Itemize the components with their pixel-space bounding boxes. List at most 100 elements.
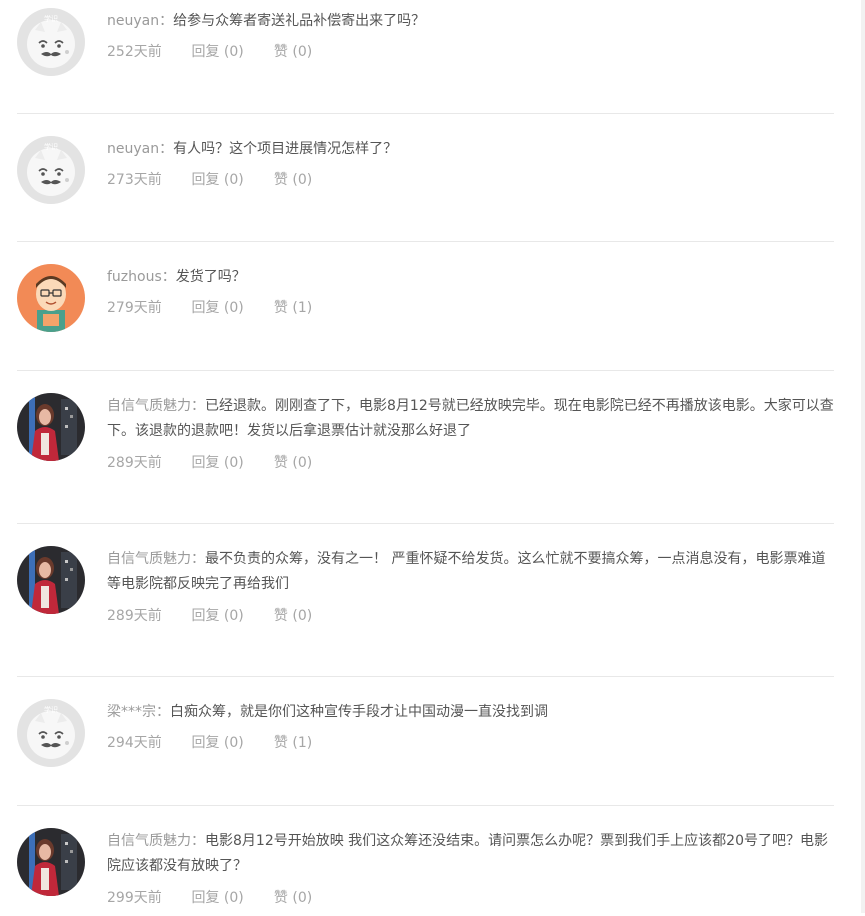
comment-text: 自信气质魅力：最不负责的众筹，没有之一！ 严重怀疑不给发货。这么忙就不要搞众筹，… bbox=[107, 547, 834, 597]
comment-text: neuyan：有人吗？这个项目进展情况怎样了？ bbox=[107, 137, 834, 162]
like-label: 赞 bbox=[273, 890, 288, 906]
comment-content: 已经退款。刚刚查了下，电影8月12号就已经放映完毕。现在电影院已经不再播放该电影… bbox=[107, 398, 834, 439]
default-cartoon-avatar-icon: 学识 bbox=[17, 699, 85, 767]
like-button[interactable]: 赞 (0) bbox=[274, 169, 312, 189]
comment-username[interactable]: 梁***宗 bbox=[107, 704, 156, 720]
comment-body: fuzhous：发货了吗？ 279天前 回复 (0) 赞 (1) bbox=[107, 265, 834, 317]
like-count: (1) bbox=[292, 735, 313, 751]
comment-item: 学识 neuyan：有人吗？这个项目进展情况怎样了？ 273天前 回复 (0) … bbox=[17, 114, 834, 242]
reply-count: (0) bbox=[223, 608, 244, 624]
comment-meta: 289天前 回复 (0) 赞 (0) bbox=[107, 452, 834, 472]
comment-text: 自信气质魅力：已经退款。刚刚查了下，电影8月12号就已经放映完毕。现在电影院已经… bbox=[107, 394, 834, 444]
username-separator: ： bbox=[161, 269, 176, 285]
comment-username[interactable]: 自信气质魅力 bbox=[107, 833, 191, 849]
reply-label: 回复 bbox=[191, 172, 220, 188]
comment-meta: 279天前 回复 (0) 赞 (1) bbox=[107, 297, 834, 317]
photo-avatar-icon bbox=[17, 393, 85, 461]
comment-content: 发货了吗？ bbox=[175, 269, 246, 285]
comment-time: 294天前 bbox=[107, 735, 162, 751]
avatar[interactable]: 学识 bbox=[17, 699, 85, 767]
comment-body: neuyan：给参与众筹者寄送礼品补偿寄出来了吗？ 252天前 回复 (0) 赞… bbox=[107, 9, 834, 61]
like-label: 赞 bbox=[273, 455, 288, 471]
comment-time: 289天前 bbox=[107, 455, 162, 471]
like-button[interactable]: 赞 (0) bbox=[274, 605, 312, 625]
comment-content: 有人吗？这个项目进展情况怎样了？ bbox=[173, 141, 398, 157]
default-cartoon-avatar-icon: 学识 bbox=[17, 8, 85, 76]
avatar[interactable] bbox=[17, 546, 85, 614]
comment-item: 自信气质魅力：已经退款。刚刚查了下，电影8月12号就已经放映完毕。现在电影院已经… bbox=[17, 371, 834, 524]
avatar[interactable] bbox=[17, 264, 85, 332]
comment-item: fuzhous：发货了吗？ 279天前 回复 (0) 赞 (1) bbox=[17, 242, 834, 371]
comment-body: 自信气质魅力：最不负责的众筹，没有之一！ 严重怀疑不给发货。这么忙就不要搞众筹，… bbox=[107, 547, 834, 625]
like-count: (0) bbox=[292, 44, 313, 60]
comment-item: 学识 neuyan：给参与众筹者寄送礼品补偿寄出来了吗？ 252天前 回复 (0… bbox=[17, 0, 834, 114]
like-count: (0) bbox=[292, 608, 313, 624]
reply-button[interactable]: 回复 (0) bbox=[191, 297, 269, 317]
comment-username[interactable]: fuzhous bbox=[107, 269, 162, 285]
username-separator: ： bbox=[159, 13, 174, 29]
scrollbar-track[interactable] bbox=[861, 0, 865, 913]
comment-content: 给参与众筹者寄送礼品补偿寄出来了吗？ bbox=[173, 13, 426, 29]
comment-text: 自信气质魅力：电影8月12号开始放映 我们这众筹还没结束。请问票怎么办呢？票到我… bbox=[107, 829, 834, 879]
comment-item: 自信气质魅力：电影8月12号开始放映 我们这众筹还没结束。请问票怎么办呢？票到我… bbox=[17, 806, 834, 916]
reply-button[interactable]: 回复 (0) bbox=[191, 605, 269, 625]
comment-username[interactable]: neuyan bbox=[107, 141, 159, 157]
reply-count: (0) bbox=[223, 890, 244, 906]
reply-button[interactable]: 回复 (0) bbox=[191, 732, 269, 752]
reply-count: (0) bbox=[223, 44, 244, 60]
like-label: 赞 bbox=[273, 172, 288, 188]
avatar-text: 学识 bbox=[44, 705, 58, 714]
comment-body: 自信气质魅力：已经退款。刚刚查了下，电影8月12号就已经放映完毕。现在电影院已经… bbox=[107, 394, 834, 472]
like-count: (0) bbox=[292, 455, 313, 471]
comment-username[interactable]: 自信气质魅力 bbox=[107, 398, 191, 414]
like-button[interactable]: 赞 (1) bbox=[274, 297, 312, 317]
avatar[interactable] bbox=[17, 393, 85, 461]
comment-content: 最不负责的众筹，没有之一！ 严重怀疑不给发货。这么忙就不要搞众筹，一点消息没有，… bbox=[107, 551, 826, 592]
reply-count: (0) bbox=[223, 300, 244, 316]
avatar[interactable] bbox=[17, 828, 85, 896]
comment-body: 梁***宗：白痴众筹，就是你们这种宣传手段才让中国动漫一直没找到调 294天前 … bbox=[107, 700, 834, 752]
comment-meta: 252天前 回复 (0) 赞 (0) bbox=[107, 41, 834, 61]
username-separator: ： bbox=[156, 704, 170, 720]
cartoon-man-avatar-icon bbox=[17, 264, 85, 332]
username-separator: ： bbox=[191, 398, 205, 414]
like-count: (0) bbox=[292, 172, 313, 188]
like-button[interactable]: 赞 (0) bbox=[274, 452, 312, 472]
avatar[interactable]: 学识 bbox=[17, 8, 85, 76]
comment-list: 学识 neuyan：给参与众筹者寄送礼品补偿寄出来了吗？ 252天前 回复 (0… bbox=[0, 0, 835, 916]
comment-meta: 299天前 回复 (0) 赞 (0) bbox=[107, 887, 834, 907]
photo-avatar-icon bbox=[17, 546, 85, 614]
like-button[interactable]: 赞 (0) bbox=[274, 887, 312, 907]
default-cartoon-avatar-icon: 学识 bbox=[17, 136, 85, 204]
avatar-text: 学识 bbox=[44, 142, 58, 151]
username-separator: ： bbox=[159, 141, 174, 157]
avatar-text: 学识 bbox=[44, 14, 58, 23]
reply-label: 回复 bbox=[191, 890, 220, 906]
reply-label: 回复 bbox=[191, 608, 220, 624]
photo-avatar-icon bbox=[17, 828, 85, 896]
avatar[interactable]: 学识 bbox=[17, 136, 85, 204]
like-label: 赞 bbox=[273, 300, 288, 316]
reply-button[interactable]: 回复 (0) bbox=[191, 41, 269, 61]
comment-text: fuzhous：发货了吗？ bbox=[107, 265, 834, 290]
comment-text: 梁***宗：白痴众筹，就是你们这种宣传手段才让中国动漫一直没找到调 bbox=[107, 700, 834, 725]
comment-username[interactable]: 自信气质魅力 bbox=[107, 551, 191, 567]
comment-time: 279天前 bbox=[107, 300, 162, 316]
like-label: 赞 bbox=[273, 735, 288, 751]
comment-item: 学识 梁***宗：白痴众筹，就是你们这种宣传手段才让中国动漫一直没找到调 294… bbox=[17, 677, 834, 806]
like-count: (1) bbox=[292, 300, 313, 316]
like-count: (0) bbox=[292, 890, 313, 906]
comment-time: 289天前 bbox=[107, 608, 162, 624]
reply-button[interactable]: 回复 (0) bbox=[191, 887, 269, 907]
username-separator: ： bbox=[191, 833, 205, 849]
reply-button[interactable]: 回复 (0) bbox=[191, 169, 269, 189]
reply-button[interactable]: 回复 (0) bbox=[191, 452, 269, 472]
like-button[interactable]: 赞 (1) bbox=[274, 732, 312, 752]
reply-label: 回复 bbox=[191, 44, 220, 60]
like-button[interactable]: 赞 (0) bbox=[274, 41, 312, 61]
comment-username[interactable]: neuyan bbox=[107, 13, 159, 29]
comment-content: 白痴众筹，就是你们这种宣传手段才让中国动漫一直没找到调 bbox=[170, 704, 548, 720]
comment-time: 273天前 bbox=[107, 172, 162, 188]
comment-body: 自信气质魅力：电影8月12号开始放映 我们这众筹还没结束。请问票怎么办呢？票到我… bbox=[107, 829, 834, 907]
comment-meta: 289天前 回复 (0) 赞 (0) bbox=[107, 605, 834, 625]
